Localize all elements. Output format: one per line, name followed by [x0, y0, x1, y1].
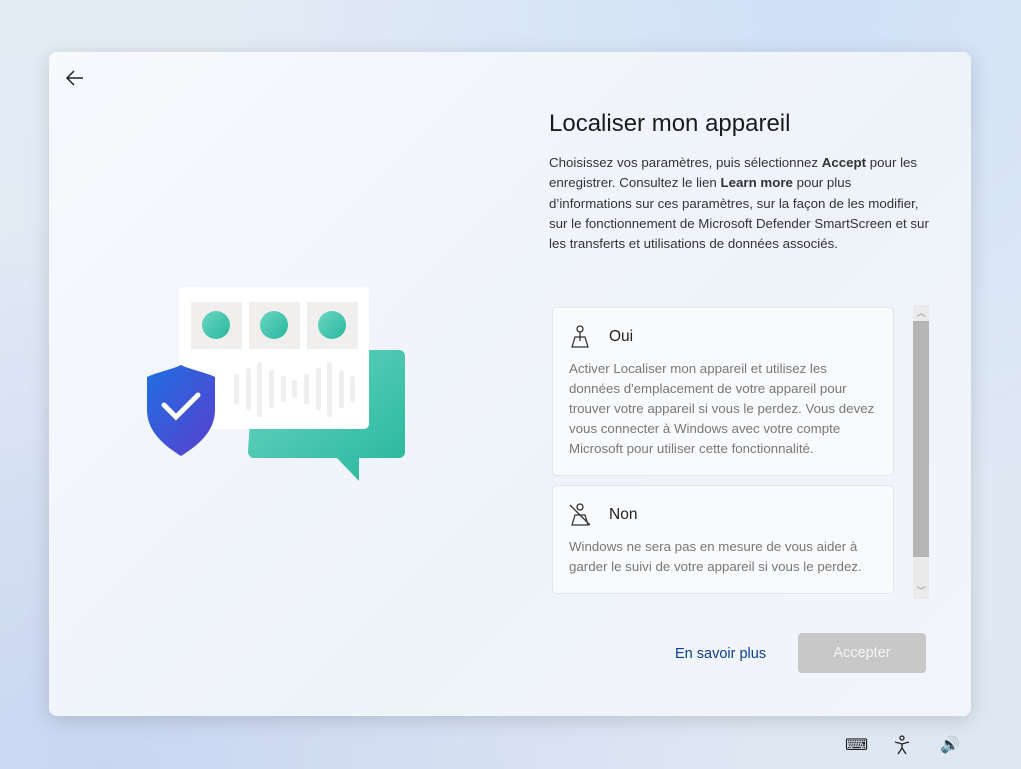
back-arrow-icon[interactable] [63, 66, 87, 90]
unlock-icon [318, 311, 346, 339]
option-label: Non [609, 506, 638, 523]
scroll-down-icon[interactable]: ﹀ [913, 584, 929, 598]
location-off-icon [569, 503, 591, 526]
option-text: Windows ne sera pas en mesure de vous ai… [569, 539, 862, 574]
keyboard-icon[interactable]: ⌨ [845, 735, 868, 755]
option-oui[interactable]: Oui Activer Localiser mon appareil et ut… [552, 307, 894, 476]
option-text: Activer Localiser mon appareil et utilis… [569, 361, 875, 456]
page-description: Choisissez vos paramètres, puis sélectio… [549, 155, 929, 252]
option-non[interactable]: Non Windows ne sera pas en mesure de vou… [552, 485, 894, 594]
scroll-up-icon[interactable]: ︿ [913, 306, 929, 320]
options-list: Oui Activer Localiser mon appareil et ut… [552, 307, 894, 598]
illustration [147, 287, 405, 481]
scrollbar-thumb[interactable] [913, 321, 929, 557]
location-pin-icon [202, 311, 230, 339]
accessibility-icon[interactable] [893, 735, 911, 755]
setup-window: Localiser mon appareil Choisissez vos pa… [49, 52, 971, 716]
accept-button[interactable]: Accepter [798, 633, 926, 673]
page-title: Localiser mon appareil [549, 110, 791, 137]
volume-icon[interactable]: 🔊 [940, 735, 960, 755]
learn-more-link[interactable]: En savoir plus [675, 646, 766, 662]
location-person-icon [571, 325, 589, 348]
option-label: Oui [609, 328, 634, 345]
fingerprint-icon [260, 311, 288, 339]
scrollbar[interactable]: ︿ ﹀ [913, 305, 929, 599]
